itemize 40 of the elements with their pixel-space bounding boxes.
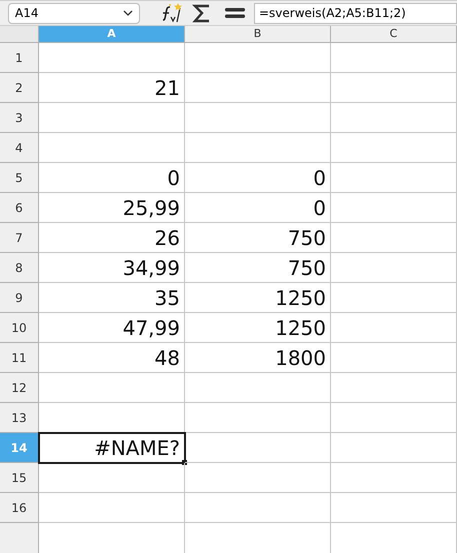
row-header[interactable]: 3: [0, 103, 39, 133]
row-header[interactable]: 12: [0, 373, 39, 403]
table-cell: 35: [39, 283, 185, 313]
table-cell: 26: [39, 223, 185, 253]
active-cell: #NAME?: [39, 433, 185, 463]
row-header[interactable]: 5: [0, 163, 39, 193]
column-header[interactable]: B: [185, 26, 331, 43]
row-header[interactable]: 15: [0, 463, 39, 493]
row-header[interactable]: 6: [0, 193, 39, 223]
formula-field[interactable]: =sverweis(A2;A5:B11;2): [254, 2, 457, 24]
table-cell: 750: [185, 253, 331, 283]
table-cell: 34,99: [39, 253, 185, 283]
table-cell: 1800: [185, 343, 331, 373]
row-header[interactable]: 4: [0, 133, 39, 163]
row-header[interactable]: 13: [0, 403, 39, 433]
table-cell: 0: [39, 163, 185, 193]
row-header[interactable]: 1: [0, 43, 39, 73]
table-cell: 25,99: [39, 193, 185, 223]
fill-handle[interactable]: [182, 460, 187, 465]
sigma-icon[interactable]: [192, 3, 212, 23]
table-cell: 0: [185, 193, 331, 223]
row-header[interactable]: 10: [0, 313, 39, 343]
table-cell: 21: [39, 73, 185, 103]
row-header[interactable]: 7: [0, 223, 39, 253]
equals-icon[interactable]: [224, 6, 246, 20]
name-box[interactable]: A14: [8, 2, 140, 24]
table-cell: 48: [39, 343, 185, 373]
table-cell: 1250: [185, 313, 331, 343]
function-wizard-icon[interactable]: [160, 2, 184, 24]
table-cell: 1250: [185, 283, 331, 313]
row-header[interactable]: 9: [0, 283, 39, 313]
table-cell: 750: [185, 223, 331, 253]
row-header[interactable]: 8: [0, 253, 39, 283]
row-header[interactable]: 2: [0, 73, 39, 103]
row-header[interactable]: 11: [0, 343, 39, 373]
column-header[interactable]: C: [331, 26, 457, 43]
chevron-down-icon: [123, 10, 133, 16]
table-cell: 47,99: [39, 313, 185, 343]
table-cell: 0: [185, 163, 331, 193]
row-header[interactable]: 16: [0, 493, 39, 523]
